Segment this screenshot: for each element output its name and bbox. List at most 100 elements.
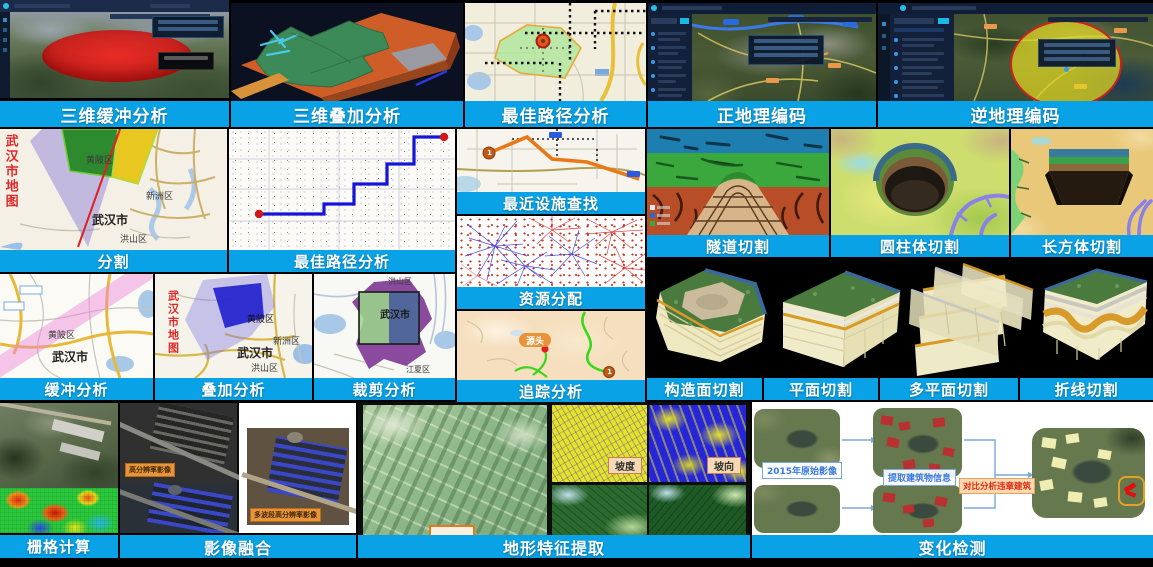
tile-best-path-analysis-2[interactable]	[229, 129, 455, 250]
tool-icon[interactable]	[3, 18, 7, 22]
district-label: 洪山区	[388, 277, 412, 286]
tile-reverse-geocoding[interactable]	[878, 3, 1153, 101]
district-label: 新洲区	[273, 337, 301, 347]
banner-3d-overlay-analysis: 三维叠加分析	[231, 101, 463, 127]
tile-split[interactable]: 武汉市地图 黄陂区 新洲区 武汉市 洪山区	[0, 129, 227, 250]
city-label: 武汉市	[52, 350, 89, 364]
slope-tag: 坡度	[608, 457, 642, 474]
plane-cut-block-graphic	[782, 270, 901, 367]
slope-image: 坡度	[552, 405, 647, 482]
banner-cylinder-cut: 圆柱体切割	[831, 235, 1009, 257]
facility-map-graphic	[457, 129, 645, 192]
banner-nearest-facility: 最近设施查找	[457, 192, 645, 214]
tool-icon[interactable]	[882, 22, 886, 26]
banner-3d-buffer-analysis: 三维缓冲分析	[0, 101, 229, 127]
titlebar-text-bar	[14, 4, 70, 8]
tile-multiplane-cut[interactable]	[905, 262, 1035, 376]
tile-trace-analysis[interactable]: 源头 1	[457, 311, 645, 380]
icon-rail	[0, 12, 10, 98]
map-title-vertical: 武汉市地图	[166, 290, 180, 355]
tile-best-path-analysis-1[interactable]	[465, 3, 646, 101]
layer-panel[interactable]	[152, 16, 224, 38]
tile-overlay-analysis[interactable]: 武汉市地图 黄陂区 新洲区 武汉市 洪山区	[155, 274, 312, 378]
app-logo-icon	[900, 5, 906, 11]
city-label: 武汉市	[380, 310, 410, 321]
city-label: 武汉市	[237, 346, 274, 360]
tile-image-fusion[interactable]: 高分辨率影像 多波段高分辨率影像	[120, 403, 356, 533]
multiplane-cut-graphic	[909, 262, 1034, 376]
banner-split: 分割	[0, 250, 227, 272]
split-map-graphic	[0, 129, 216, 250]
cylinder-cut-graphic	[873, 143, 1009, 235]
district-label: 黄陂区	[86, 156, 114, 166]
tile-resource-allocation[interactable]	[457, 216, 645, 287]
banner-change-detection: 变化检测	[752, 535, 1153, 558]
geocode-result-popup	[748, 35, 824, 65]
banner-plane-cut: 平面切割	[764, 378, 878, 400]
banner-overlay-analysis: 叠加分析	[155, 378, 312, 400]
tool-icon[interactable]	[3, 28, 7, 32]
banner-best-path-analysis-2: 最佳路径分析	[229, 250, 455, 272]
service-area-map-graphic	[465, 3, 646, 101]
tile-polyline-cut[interactable]	[1037, 262, 1152, 376]
reverse-geocode-popup	[1038, 39, 1116, 67]
banner-trace-analysis: 追踪分析	[457, 380, 645, 402]
tile-structural-surface-cut[interactable]	[650, 262, 770, 376]
polyline-cut-block-graphic	[1042, 268, 1148, 360]
search-button[interactable]	[938, 18, 949, 24]
banner-image-fusion: 影像融合	[120, 535, 356, 558]
structural-cut-block-graphic	[656, 268, 767, 362]
tool-icon[interactable]	[882, 34, 886, 38]
banner-multiplane-cut: 多平面切割	[880, 378, 1018, 400]
tile-geocoding[interactable]	[648, 3, 876, 101]
thumb-2016-original	[754, 485, 840, 533]
district-label: 黄陂区	[247, 315, 275, 325]
tile-nearest-facility[interactable]: 1	[457, 129, 645, 192]
thumb-2015-original	[754, 409, 840, 468]
thumb-buildings-extracted-1	[873, 408, 962, 477]
app-logo-icon	[651, 5, 657, 11]
titlebar-text-bar	[662, 6, 722, 10]
tile-change-detection[interactable]: 2015年原始影像 提取建筑物信息 对比分析违章建筑	[752, 402, 1153, 535]
sidebar-panel[interactable]	[648, 14, 692, 101]
tile-raster-calculation[interactable]	[0, 403, 118, 533]
banner-raster-calculation: 栅格计算	[0, 535, 118, 558]
round-tank	[287, 432, 303, 443]
district-label: 黄陂区	[48, 331, 76, 341]
tile-3d-overlay-analysis[interactable]	[231, 3, 463, 101]
building-roof	[59, 442, 101, 461]
thumb-buildings-extracted-2	[873, 485, 962, 533]
tile-terrain-feature-extraction[interactable]: 坡度 坡向	[358, 402, 750, 535]
route-marker: 1	[607, 367, 612, 376]
raster-heatmap	[0, 488, 118, 533]
route-marker: 1	[487, 149, 492, 157]
trace-map-graphic	[466, 311, 630, 378]
hydrology-image-1	[552, 485, 647, 535]
tool-icon[interactable]	[3, 48, 7, 52]
search-button[interactable]	[680, 18, 689, 24]
tile-3d-buffer-analysis[interactable]	[0, 0, 229, 98]
banner-best-path-analysis-1: 最佳路径分析	[465, 101, 646, 127]
sidebar-panel[interactable]	[890, 14, 954, 101]
round-tank	[168, 485, 182, 495]
tile-cuboid-cut[interactable]	[1011, 129, 1153, 235]
tool-icon[interactable]	[3, 38, 7, 42]
city-label: 武汉市	[92, 213, 129, 227]
app-logo-icon	[3, 3, 9, 9]
tile-plane-cut[interactable]	[775, 262, 905, 376]
raster-source-image	[0, 403, 118, 488]
titlebar-text-bar	[150, 4, 190, 8]
tool-icon[interactable]	[882, 46, 886, 50]
tile-tunnel-cut[interactable]	[647, 129, 829, 235]
district-label: 洪山区	[120, 235, 148, 245]
fusion-grayscale-image: 高分辨率影像	[120, 403, 255, 487]
tile-clip-analysis[interactable]: 洪山区 武汉市 江夏区	[314, 274, 455, 378]
tile-buffer-analysis[interactable]: 黄陂区 武汉市	[0, 274, 153, 378]
map-tooltip	[158, 52, 214, 70]
toolbar-text-bar	[1048, 17, 1148, 22]
fusion-multiband-image	[120, 482, 257, 533]
tile-cylinder-cut[interactable]	[831, 129, 1009, 235]
banner-geocoding: 正地理编码	[648, 101, 876, 127]
banner-reverse-geocoding: 逆地理编码	[878, 101, 1153, 127]
aspect-tag: 坡向	[707, 457, 741, 474]
